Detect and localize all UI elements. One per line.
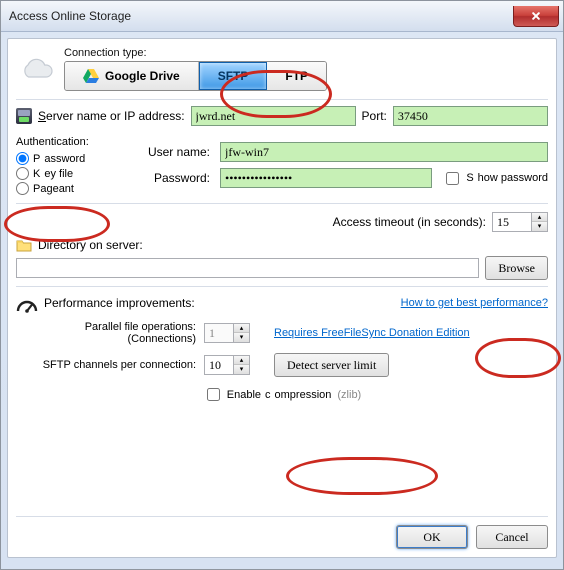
radio-password[interactable]: Password: [16, 152, 112, 165]
dialog-window: Access Online Storage Connection type: G…: [0, 0, 564, 570]
dialog-footer: OK Cancel: [16, 516, 548, 549]
connection-type-label: Connection type:: [64, 47, 548, 59]
pfo-stepper[interactable]: ▴▾: [204, 323, 266, 343]
annotation-highlight: [286, 457, 438, 495]
detect-limit-button[interactable]: Detect server limit: [274, 353, 389, 377]
timeout-down[interactable]: ▾: [532, 222, 547, 231]
window-title: Access Online Storage: [9, 9, 131, 23]
perf-help-link[interactable]: How to get best performance?: [401, 297, 548, 309]
chan-label: SFTP channels per connection:: [16, 359, 196, 371]
cancel-button[interactable]: Cancel: [476, 525, 548, 549]
pfo-input: [204, 323, 234, 343]
username-label: User name:: [130, 145, 210, 159]
radio-keyfile[interactable]: Key file: [16, 167, 112, 180]
connection-type-toggle: Google Drive SFTP FTP: [64, 61, 327, 91]
radio-pageant[interactable]: Pageant: [16, 182, 112, 195]
toggle-google-drive[interactable]: Google Drive: [65, 62, 199, 90]
port-label: Port:: [362, 109, 387, 123]
toggle-ftp-label: FTP: [285, 69, 308, 83]
password-input[interactable]: [220, 168, 432, 188]
google-drive-icon: [83, 69, 99, 83]
toggle-sftp-label: SFTP: [218, 69, 249, 83]
directory-input[interactable]: [16, 258, 479, 278]
separator: [16, 203, 548, 204]
show-password-checkbox[interactable]: Show password: [442, 169, 548, 188]
pfo-down: ▾: [234, 333, 249, 342]
toggle-ftp[interactable]: FTP: [267, 62, 326, 90]
toggle-sftp[interactable]: SFTP: [199, 62, 268, 90]
timeout-input[interactable]: [492, 212, 532, 232]
pfo-label: Parallel file operations:(Connections): [16, 321, 196, 345]
titlebar[interactable]: Access Online Storage: [1, 1, 563, 32]
compress-checkbox[interactable]: Enable compression: [203, 385, 332, 404]
folder-icon: [16, 238, 32, 252]
username-input[interactable]: [220, 142, 548, 162]
password-label: Password:: [130, 171, 210, 185]
auth-heading: Authentication:: [16, 136, 112, 148]
directory-label: Directory on server:: [38, 238, 143, 252]
chan-up[interactable]: ▴: [234, 356, 249, 365]
ok-button[interactable]: OK: [396, 525, 468, 549]
separator: [16, 286, 548, 287]
timeout-stepper[interactable]: ▴▾: [492, 212, 548, 232]
toggle-gdrive-label: Google Drive: [105, 69, 180, 83]
pfo-up: ▴: [234, 324, 249, 333]
dialog-body: Connection type: Google Drive SFTP FTP: [7, 38, 557, 558]
server-input[interactable]: [191, 106, 356, 126]
server-icon: [16, 108, 32, 124]
port-input[interactable]: [393, 106, 548, 126]
timeout-up[interactable]: ▴: [532, 213, 547, 222]
browse-button[interactable]: Browse: [485, 256, 548, 280]
separator: [16, 99, 548, 100]
close-icon[interactable]: [513, 6, 559, 27]
timeout-label: Access timeout (in seconds):: [333, 215, 486, 229]
zlib-note: (zlib): [337, 389, 361, 401]
chan-down[interactable]: ▾: [234, 365, 249, 374]
chan-input[interactable]: [204, 355, 234, 375]
perf-heading: Performance improvements:: [44, 296, 195, 310]
donation-link[interactable]: Requires FreeFileSync Donation Edition: [274, 327, 548, 339]
chan-stepper[interactable]: ▴▾: [204, 355, 266, 375]
cloud-icon: [16, 55, 56, 83]
server-label: Server name or IP address:: [38, 109, 185, 123]
gauge-icon: [16, 293, 38, 313]
